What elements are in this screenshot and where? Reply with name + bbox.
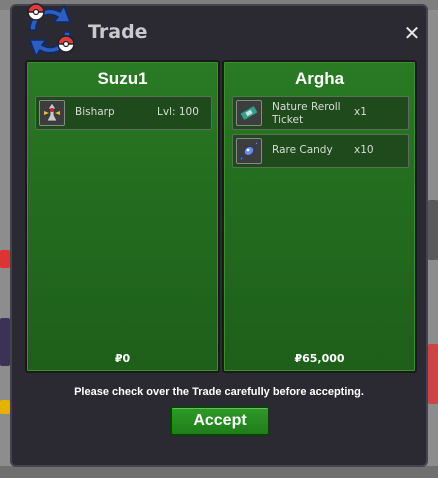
- trade-window: Trade ✕ Suzu1 Bisharp Lvl: 100 ₽0 Argha: [10, 3, 428, 467]
- game-background-bottom: [0, 466, 438, 478]
- trade-notice: Please check over the Trade carefully be…: [74, 386, 364, 398]
- player-name: Suzu1: [97, 69, 148, 88]
- money-amount: ₽0: [114, 352, 131, 365]
- offer-panel-argha: Argha Nature Reroll Ticket x1 Rare Candy…: [222, 60, 417, 373]
- background-sprite: [428, 200, 438, 260]
- close-button[interactable]: ✕: [403, 23, 421, 43]
- trade-item-nature-reroll-ticket[interactable]: Nature Reroll Ticket x1: [232, 96, 409, 130]
- title-bar[interactable]: Trade ✕: [12, 3, 426, 58]
- background-sprite: [0, 400, 10, 414]
- trade-item-rare-candy[interactable]: Rare Candy x10: [232, 134, 409, 168]
- player-name: Argha: [294, 69, 345, 88]
- item-name: Bisharp: [75, 106, 115, 118]
- item-name: Rare Candy: [272, 144, 333, 156]
- item-level: Lvl: 100: [157, 106, 199, 118]
- money-amount: ₽65,000: [294, 352, 345, 365]
- background-sprite: [0, 318, 10, 366]
- ticket-icon: [236, 100, 262, 126]
- trade-arrows-icon: [27, 3, 75, 58]
- bisharp-sprite-icon: [39, 100, 65, 126]
- accept-button[interactable]: Accept: [170, 406, 270, 436]
- item-name: Nature Reroll Ticket: [272, 101, 341, 126]
- offer-panel-suzu1: Suzu1 Bisharp Lvl: 100 ₽0: [25, 60, 220, 373]
- rare-candy-icon: [236, 138, 262, 164]
- background-sprite: [428, 344, 438, 404]
- window-title: Trade: [88, 21, 148, 43]
- item-quantity: x1: [354, 106, 367, 118]
- item-quantity: x10: [354, 144, 374, 156]
- background-sprite: [0, 250, 10, 268]
- trade-item-bisharp[interactable]: Bisharp Lvl: 100: [35, 96, 212, 130]
